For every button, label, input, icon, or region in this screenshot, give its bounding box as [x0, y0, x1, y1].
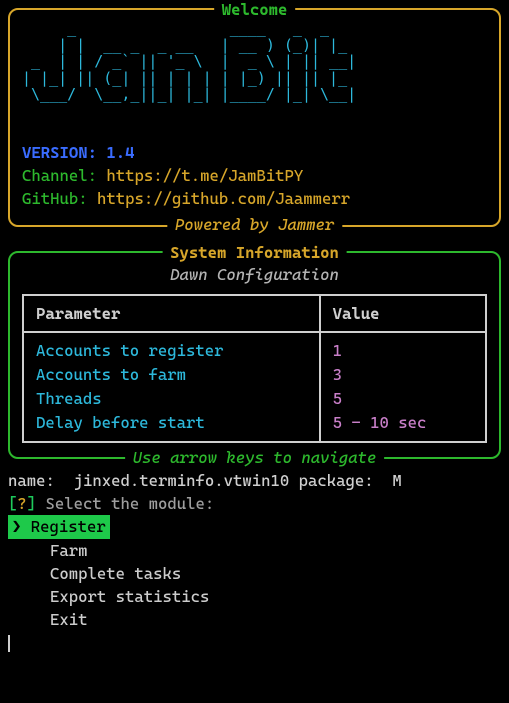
terminfo-line: name: jinxed.terminfo.vtwin10 package: M	[8, 469, 501, 492]
prompt-text: Select the module:	[36, 494, 214, 513]
version-label: VERSION:	[22, 143, 97, 162]
cursor	[8, 635, 10, 653]
bracket-open: [	[8, 494, 17, 513]
system-panel: System Information Dawn Configuration Pa…	[8, 251, 501, 459]
github-label: GitHub:	[22, 189, 88, 208]
nav-hint: Use arrow keys to navigate	[125, 446, 385, 469]
version-value: 1.4	[106, 143, 134, 162]
github-line: GitHub: https://github.com/Jaammerr	[22, 187, 487, 210]
col-value: Value	[320, 295, 486, 332]
system-title: System Information	[162, 241, 347, 264]
channel-line: Channel: https://t.me/JamBitPY	[22, 164, 487, 187]
menu-item-exit[interactable]: Exit	[50, 610, 88, 629]
question-mark-icon: ?	[17, 494, 26, 513]
table-row-param: Accounts to register	[36, 339, 307, 363]
table-row-param: Accounts to farm	[36, 363, 307, 387]
col-parameter: Parameter	[23, 295, 320, 332]
version-line: VERSION: 1.4	[22, 141, 487, 164]
table-row-param: Delay before start	[36, 411, 307, 435]
channel-link[interactable]: https://t.me/JamBitPY	[106, 166, 303, 185]
system-table: Parameter Value Accounts to register Acc…	[22, 294, 487, 443]
prompt-line: [?] Select the module:	[8, 492, 501, 515]
table-row-value: 1	[333, 339, 473, 363]
system-subtitle: Dawn Configuration	[170, 265, 339, 284]
module-menu[interactable]: ❯ Register Farm Complete tasks Export st…	[8, 515, 501, 631]
welcome-subtitle: Powered by Jammer	[167, 213, 342, 236]
github-link[interactable]: https://github.com/Jaammerr	[97, 189, 350, 208]
menu-item-farm[interactable]: Farm	[50, 541, 88, 560]
welcome-title: Welcome	[214, 0, 296, 21]
bracket-close: ]	[27, 494, 36, 513]
table-row-value: 5	[333, 387, 473, 411]
menu-item-label: Register	[31, 517, 106, 536]
table-row-value: 3	[333, 363, 473, 387]
table-row-value: 5 - 10 sec	[333, 411, 473, 435]
ascii-logo: _ ____ _ _ | | __ _ _ __ | __ ) (_)| |_ …	[22, 20, 487, 119]
table-row-param: Threads	[36, 387, 307, 411]
menu-item-register[interactable]: ❯ Register	[8, 515, 110, 538]
channel-label: Channel:	[22, 166, 97, 185]
pointer-icon: ❯	[12, 517, 31, 536]
welcome-panel: Welcome _ ____ _ _ | | __ _ _ __ | __ ) …	[8, 8, 501, 227]
terminal-area[interactable]: name: jinxed.terminfo.vtwin10 package: M…	[8, 469, 501, 655]
menu-item-export-statistics[interactable]: Export statistics	[50, 587, 209, 606]
menu-item-complete-tasks[interactable]: Complete tasks	[50, 564, 181, 583]
